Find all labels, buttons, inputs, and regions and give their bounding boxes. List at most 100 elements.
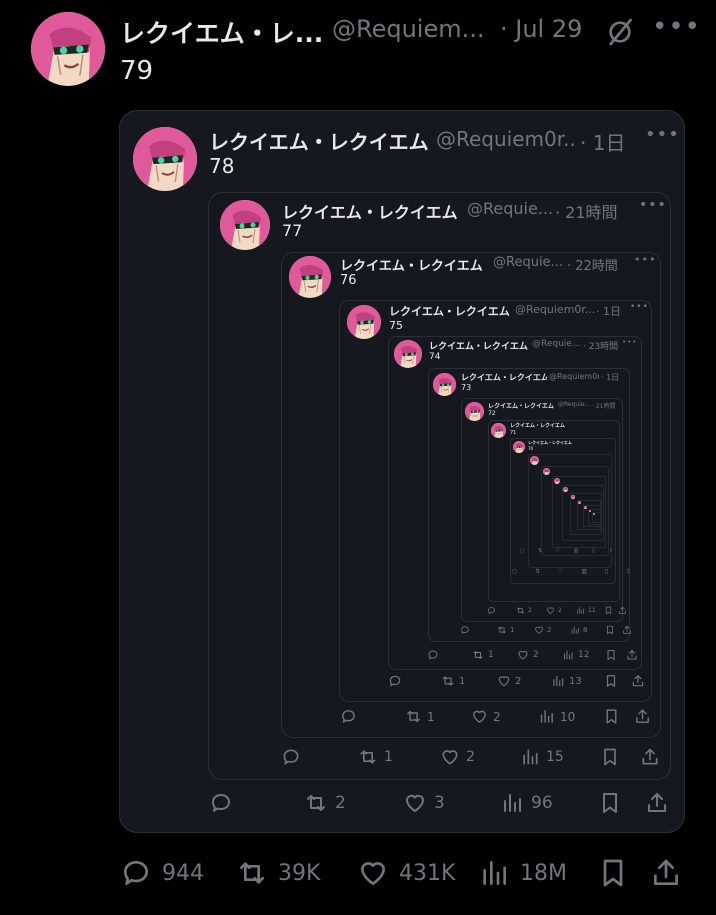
avatar[interactable] <box>465 402 484 421</box>
retweet-button[interactable]: 39K <box>236 857 320 889</box>
author-handle[interactable]: @Requiem... <box>332 15 492 43</box>
share-icon <box>650 857 682 889</box>
reply-button[interactable] <box>427 649 443 661</box>
author-name[interactable]: レクイエム・レクイエム <box>209 126 429 155</box>
like-button[interactable]: 2 <box>497 674 521 688</box>
retweet-count: 1 <box>488 650 494 660</box>
retweet-button[interactable]: 1 <box>472 649 494 661</box>
tweet-time[interactable]: · Jul 29 <box>500 15 582 43</box>
reply-button[interactable] <box>388 674 406 688</box>
tweet-time[interactable]: · 22時間 <box>567 255 618 274</box>
views-button[interactable]: 11 <box>576 606 596 615</box>
more-options-icon[interactable]: ••• <box>645 124 680 145</box>
reply-button[interactable] <box>281 747 307 767</box>
reply-icon <box>388 674 402 688</box>
author-handle[interactable]: @Requie... <box>467 199 557 218</box>
bookmark-button[interactable] <box>604 674 618 688</box>
author-handle[interactable]: @Requiem0r... <box>436 127 576 151</box>
views-button[interactable]: 15 <box>520 747 564 767</box>
views-button[interactable]: 8 <box>570 625 587 635</box>
author-name[interactable]: レクイエム・レクイエム <box>510 422 566 429</box>
more-options-icon[interactable]: ••• <box>652 12 701 42</box>
author-name[interactable]: レクイエム・レ... <box>120 14 325 50</box>
share-button[interactable] <box>618 606 627 615</box>
tweet-time[interactable]: · 21時間 <box>555 199 618 223</box>
avatar[interactable] <box>289 256 331 298</box>
bookmark-button[interactable] <box>605 625 615 635</box>
retweet-button[interactable]: 1 <box>358 747 393 767</box>
avatar[interactable] <box>220 200 270 250</box>
tweet-time[interactable]: · 1日 <box>596 303 621 319</box>
bookmark-button[interactable] <box>600 747 620 767</box>
author-handle[interactable]: @Requie... <box>532 339 582 349</box>
like-button[interactable]: 2 <box>517 649 539 661</box>
share-button[interactable] <box>645 791 669 815</box>
bookmark-button[interactable] <box>597 857 629 889</box>
author-handle[interactable]: @Requiem0r... <box>515 303 595 316</box>
bookmark-button[interactable] <box>605 649 617 661</box>
bookmark-button[interactable] <box>604 606 613 615</box>
author-name[interactable]: レクイエム・レクイエム <box>461 372 547 383</box>
views-button[interactable]: 12 <box>562 649 589 661</box>
like-count: 2 <box>515 675 522 687</box>
avatar[interactable] <box>31 12 105 86</box>
share-button[interactable] <box>650 857 682 889</box>
avatar[interactable] <box>513 441 525 453</box>
retweet-button[interactable]: 1 <box>405 708 435 725</box>
avatar[interactable] <box>433 373 456 396</box>
grok-icon[interactable] <box>604 16 636 48</box>
retweet-button[interactable]: 1 <box>441 674 465 688</box>
views-icon <box>576 606 585 615</box>
like-button[interactable]: 431K <box>357 857 455 889</box>
views-button[interactable]: 18M <box>478 857 567 889</box>
more-options-icon[interactable]: ••• <box>622 338 637 346</box>
tweet-time[interactable]: · 1日 <box>601 372 619 383</box>
share-button[interactable] <box>634 708 651 725</box>
like-button[interactable]: 2 <box>440 747 475 767</box>
avatar[interactable] <box>491 423 506 438</box>
bookmark-button[interactable] <box>598 791 622 815</box>
tweet-time[interactable]: · 1日 <box>580 127 625 156</box>
author-name[interactable]: レクイエム・レクイエム <box>528 440 572 446</box>
reply-button[interactable] <box>340 708 362 725</box>
tweet-time[interactable]: · 23時間 <box>583 339 618 352</box>
author-handle[interactable]: @Requiem0r... <box>549 372 599 381</box>
like-button[interactable]: 2 <box>546 606 562 615</box>
more-options-icon[interactable]: ••• <box>630 302 649 312</box>
like-button[interactable]: 2 <box>534 625 551 635</box>
author-name[interactable]: レクイエム・レクイエム <box>340 255 490 274</box>
reply-button[interactable] <box>487 606 499 615</box>
reply-button[interactable] <box>209 791 240 815</box>
author-name[interactable]: レクイエム・レクイエム <box>282 199 462 223</box>
more-options-icon[interactable]: ••• <box>639 197 667 213</box>
author-handle[interactable]: @Requie... <box>493 255 568 270</box>
like-icon <box>546 606 555 615</box>
avatar <box>571 495 575 499</box>
retweet-button[interactable]: 2 <box>516 606 532 615</box>
reply-button[interactable]: 944 <box>120 857 204 889</box>
reply-button[interactable] <box>460 625 473 635</box>
author-name[interactable]: レクイエム・レクイエム <box>429 339 529 352</box>
retweet-icon <box>236 857 268 889</box>
like-button[interactable]: 2 <box>471 708 501 725</box>
tweet-time[interactable]: · 21時間 <box>592 401 615 410</box>
share-button[interactable] <box>622 625 632 635</box>
like-count: 2 <box>533 650 539 660</box>
more-options-icon[interactable]: ••• <box>634 253 656 266</box>
avatar[interactable] <box>394 340 422 368</box>
retweet-button[interactable]: 1 <box>497 625 514 635</box>
bookmark-button[interactable] <box>603 708 620 725</box>
avatar[interactable] <box>347 305 381 339</box>
author-name[interactable]: レクイエム・レクイエム <box>488 401 556 410</box>
share-button[interactable] <box>626 649 638 661</box>
views-button[interactable]: 10 <box>538 708 575 725</box>
like-button[interactable]: 3 <box>403 791 445 815</box>
avatar[interactable] <box>133 127 197 191</box>
share-button[interactable] <box>631 674 645 688</box>
views-button[interactable]: 96 <box>500 791 553 815</box>
retweet-button[interactable]: 2 <box>304 791 346 815</box>
author-name[interactable]: レクイエム・レクイエム <box>389 303 513 319</box>
author-handle[interactable]: @Requie... <box>558 401 590 408</box>
views-button[interactable]: 13 <box>551 674 582 688</box>
share-button[interactable] <box>640 747 660 767</box>
